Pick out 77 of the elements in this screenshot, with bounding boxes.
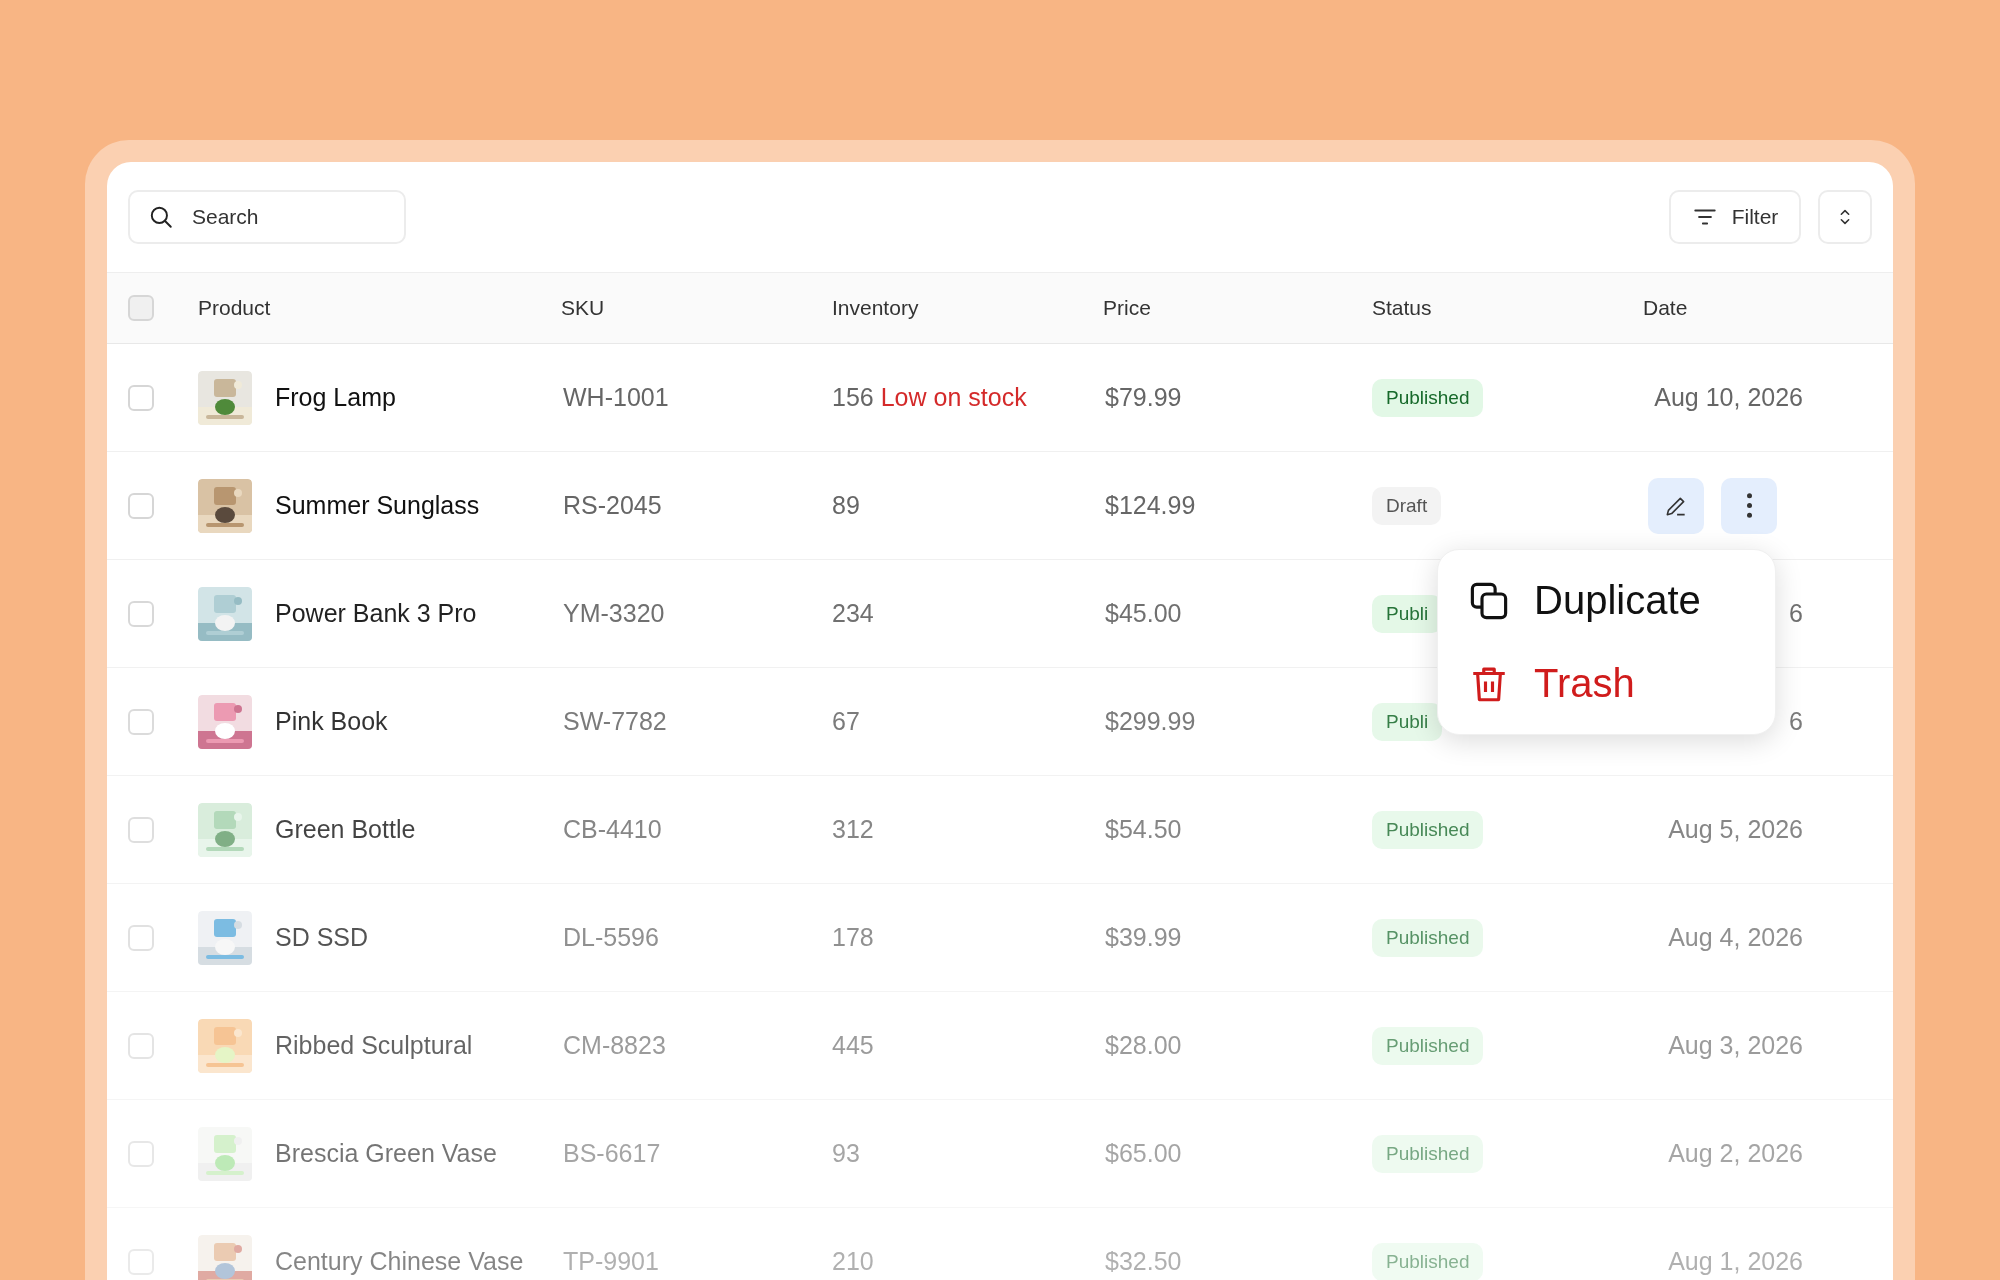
product-name[interactable]: Ribbed Sculptural [275, 1031, 473, 1060]
sku-text: DL-5596 [562, 923, 659, 951]
inventory-count: 156 [832, 383, 874, 412]
status-badge: Published [1372, 378, 1484, 417]
product-name[interactable]: Century Chinese Vase [275, 1247, 524, 1276]
date-text: Aug 5, 2026 [1668, 815, 1803, 843]
checkbox[interactable] [128, 295, 154, 321]
checkbox[interactable] [128, 924, 154, 951]
inventory-count: 89 [832, 491, 860, 520]
stock-warning: Low on stock [880, 383, 1027, 412]
price-text: $28.00 [1104, 1031, 1182, 1059]
inventory-count: 445 [832, 1031, 874, 1060]
product-name[interactable]: Frog Lamp [275, 383, 396, 412]
inventory-count: 312 [832, 815, 874, 844]
more-icon [1746, 493, 1752, 518]
column-header[interactable]: Product [198, 296, 271, 320]
sku-text: BS-6617 [562, 1139, 661, 1167]
checkbox[interactable] [128, 816, 154, 843]
product-name[interactable]: Pink Book [275, 707, 388, 736]
checkbox[interactable] [128, 1032, 154, 1059]
inventory-count: 210 [832, 1247, 874, 1276]
inventory-count: 234 [832, 599, 874, 628]
inventory-count: 178 [832, 923, 874, 952]
date-text: 6 [1789, 707, 1803, 735]
search-field[interactable]: Search [128, 190, 406, 244]
status-badge: Published [1372, 1026, 1484, 1065]
status-badge: Publi [1372, 702, 1443, 741]
product-name[interactable]: Brescia Green Vase [275, 1139, 497, 1168]
price-text: $32.50 [1104, 1247, 1182, 1275]
price-text: $79.99 [1104, 383, 1182, 411]
checkbox[interactable] [128, 600, 154, 627]
column-header[interactable]: SKU [561, 296, 605, 319]
product-name[interactable]: Summer Sunglass [275, 491, 480, 520]
inventory-count: 67 [832, 707, 860, 736]
status-badge: Draft [1372, 486, 1442, 525]
column-header[interactable]: Price [1103, 296, 1151, 319]
sku-text: CM-8823 [562, 1031, 666, 1059]
filter-button[interactable]: Filter [1669, 190, 1801, 244]
column-header[interactable]: Date [1643, 296, 1688, 320]
product-name[interactable]: SD SSD [275, 923, 369, 952]
checkbox[interactable] [128, 384, 154, 411]
search-icon [148, 204, 174, 230]
sku-text: SW-7782 [562, 707, 667, 735]
more-button[interactable] [1721, 477, 1777, 534]
status-badge: Published [1372, 810, 1484, 849]
product-name[interactable]: Green Bottle [275, 815, 416, 844]
sku-text: CB-4410 [562, 815, 662, 843]
edit-button[interactable] [1648, 477, 1704, 534]
price-text: $299.99 [1104, 707, 1196, 735]
sku-text: RS-2045 [562, 491, 662, 519]
menu-item[interactable]: Trash [1468, 655, 1745, 712]
column-header[interactable]: Status [1372, 296, 1432, 319]
column-header[interactable]: Inventory [832, 296, 919, 320]
checkbox[interactable] [128, 708, 154, 735]
date-text: Aug 10, 2026 [1654, 383, 1803, 411]
menu-item[interactable]: Duplicate [1468, 572, 1745, 629]
sku-text: TP-9901 [562, 1247, 659, 1275]
price-text: $124.99 [1104, 491, 1196, 519]
checkbox[interactable] [128, 1140, 154, 1167]
status-badge: Published [1372, 918, 1484, 957]
date-text: Aug 2, 2026 [1668, 1139, 1803, 1167]
inventory-count: 93 [832, 1139, 860, 1168]
sku-text: YM-3320 [562, 599, 665, 627]
product-name[interactable]: Power Bank 3 Pro [275, 599, 477, 628]
status-badge: Published [1372, 1242, 1484, 1280]
price-text: $39.99 [1104, 923, 1182, 951]
date-text: 6 [1789, 599, 1803, 627]
status-badge: Published [1372, 1134, 1484, 1173]
price-text: $45.00 [1104, 599, 1182, 627]
date-text: Aug 1, 2026 [1668, 1247, 1803, 1275]
price-text: $65.00 [1104, 1139, 1182, 1167]
date-text: Aug 4, 2026 [1668, 923, 1803, 951]
sku-text: WH-1001 [562, 383, 669, 411]
checkbox[interactable] [128, 492, 154, 519]
date-text: Aug 3, 2026 [1668, 1031, 1803, 1059]
price-text: $54.50 [1104, 815, 1182, 843]
sort-button[interactable] [1818, 190, 1872, 244]
